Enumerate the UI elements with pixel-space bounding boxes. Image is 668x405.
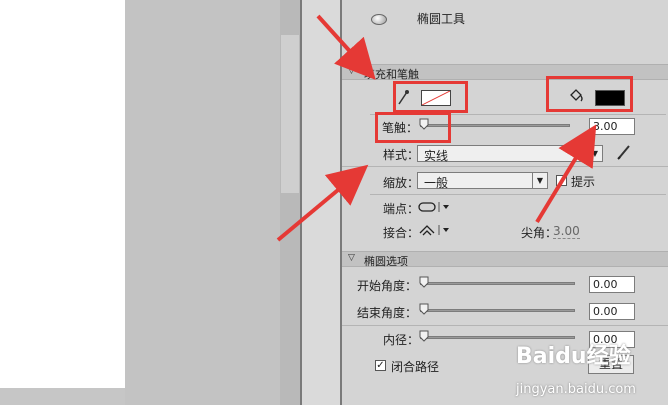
arrow-to-scale bbox=[276, 164, 369, 242]
arrow-to-section-header bbox=[316, 14, 376, 80]
watermark-brand: Baidu经验 bbox=[516, 344, 631, 369]
watermark-url: jingyan.baidu.com bbox=[516, 382, 636, 397]
arrow-to-stroke-input bbox=[535, 124, 597, 224]
